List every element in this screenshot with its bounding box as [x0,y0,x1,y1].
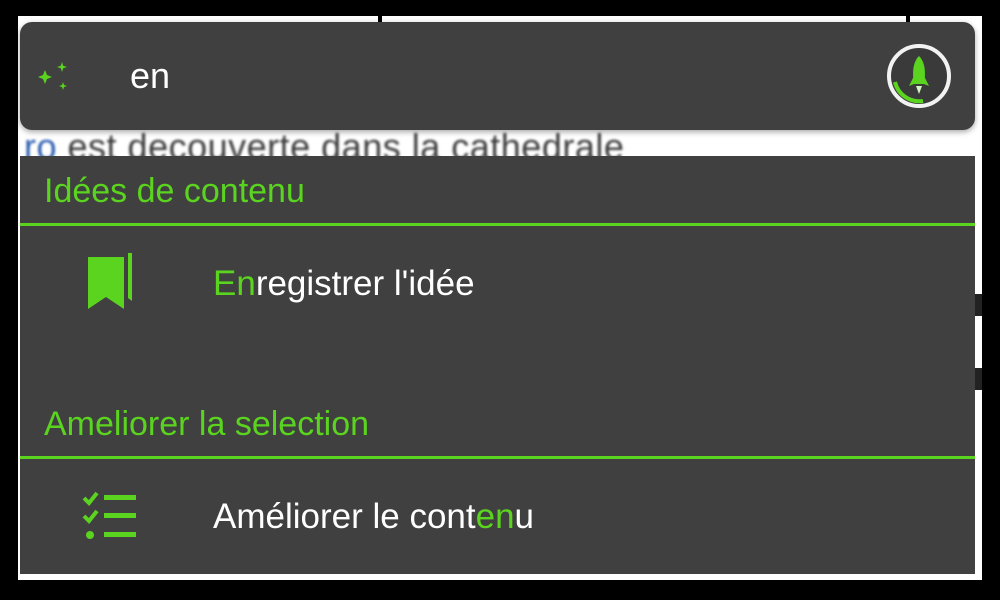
menu-item-label: Enregistrer l'idée [213,229,475,339]
label-text: Améliorer le cont [213,497,476,536]
ai-prompt-bar [20,22,975,130]
label-text: registrer l'idée [255,264,475,303]
checklist-icon [82,491,136,539]
send-button[interactable] [885,42,953,110]
menu-item-save-idea[interactable]: Enregistrer l'idée [20,229,975,339]
menu-item-label: Améliorer le contenu [213,462,534,572]
bookmark-icon [88,253,132,309]
prompt-input[interactable] [130,50,870,102]
rocket-icon [887,44,951,108]
label-match-highlight: En [213,264,256,303]
section-header-improve-selection: Ameliorer la selection [20,389,975,459]
label-match-highlight: en [475,497,515,536]
sparkle-icon [38,62,67,90]
suggestion-dropdown: Idées de contenu Enregistrer l'idée Amel… [20,156,975,574]
section-header-content-ideas: Idées de contenu [20,156,975,226]
menu-item-improve-content[interactable]: Améliorer le contenu [20,462,975,572]
label-text: u [514,497,535,536]
